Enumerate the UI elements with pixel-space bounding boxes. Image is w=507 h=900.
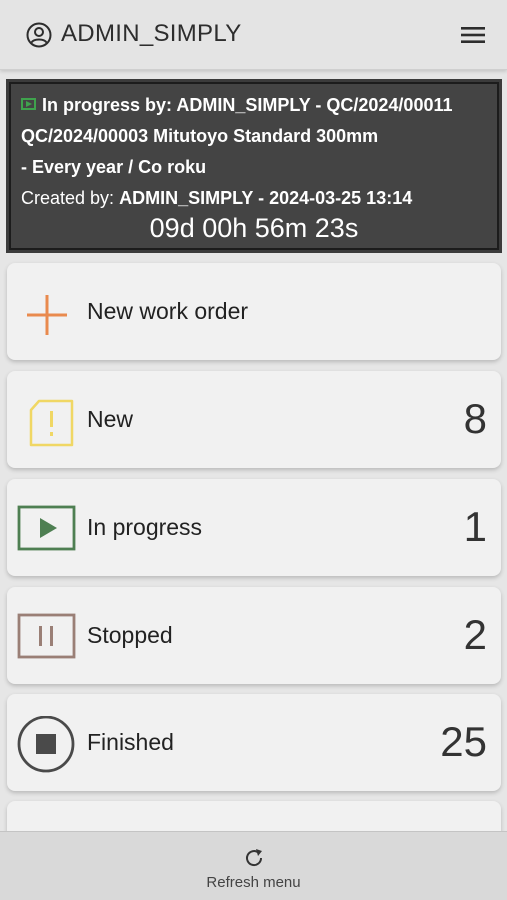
account-circle-icon xyxy=(26,22,52,48)
pause-icon xyxy=(17,613,76,659)
top-bar: ADMIN_SIMPLY xyxy=(0,0,507,70)
active-task-timer: 09d 00h 56m 23s xyxy=(149,213,359,243)
hamburger-menu-icon[interactable] xyxy=(459,22,487,48)
plus-icon xyxy=(27,295,67,335)
active-task-created: Created by: ADMIN_SIMPLY - 2024-03-25 13… xyxy=(21,188,413,208)
active-task-line-2: QC/2024/00003 Mitutoyo Standard 300mm xyxy=(21,126,379,146)
refresh-menu-button[interactable]: Refresh menu xyxy=(0,831,507,900)
status-card-stopped[interactable]: Stopped 2 xyxy=(7,587,501,684)
new-work-order-button[interactable]: New work order xyxy=(7,263,501,360)
refresh-menu-label: Refresh menu xyxy=(206,874,301,891)
new-document-alert-icon xyxy=(29,399,74,447)
active-task-line-3: - Every year / Co roku xyxy=(21,157,207,177)
status-card-finished[interactable]: Finished 25 xyxy=(7,694,501,791)
status-count-in-progress: 1 xyxy=(463,503,487,550)
status-card-in-progress[interactable]: In progress 1 xyxy=(7,479,501,576)
status-card-new[interactable]: New 8 xyxy=(7,371,501,468)
status-label-in-progress: In progress xyxy=(87,514,203,540)
play-icon xyxy=(21,98,36,110)
new-work-order-label: New work order xyxy=(87,298,249,324)
active-task-content: In progress by: ADMIN_SIMPLY - QC/2024/0… xyxy=(9,82,499,250)
status-count-finished: 25 xyxy=(440,718,487,765)
status-label-finished: Finished xyxy=(87,729,174,755)
play-icon xyxy=(17,505,76,551)
active-task-line-1: In progress by: ADMIN_SIMPLY - QC/2024/0… xyxy=(21,90,487,121)
active-task-panel[interactable]: In progress by: ADMIN_SIMPLY - QC/2024/0… xyxy=(6,79,502,253)
status-label-new: New xyxy=(87,406,134,432)
refresh-icon xyxy=(246,849,263,867)
user-name: ADMIN_SIMPLY xyxy=(61,20,242,47)
status-count-new: 8 xyxy=(463,395,487,442)
stop-circle-icon xyxy=(17,716,75,773)
status-count-stopped: 2 xyxy=(463,611,487,658)
status-label-stopped: Stopped xyxy=(87,622,173,648)
